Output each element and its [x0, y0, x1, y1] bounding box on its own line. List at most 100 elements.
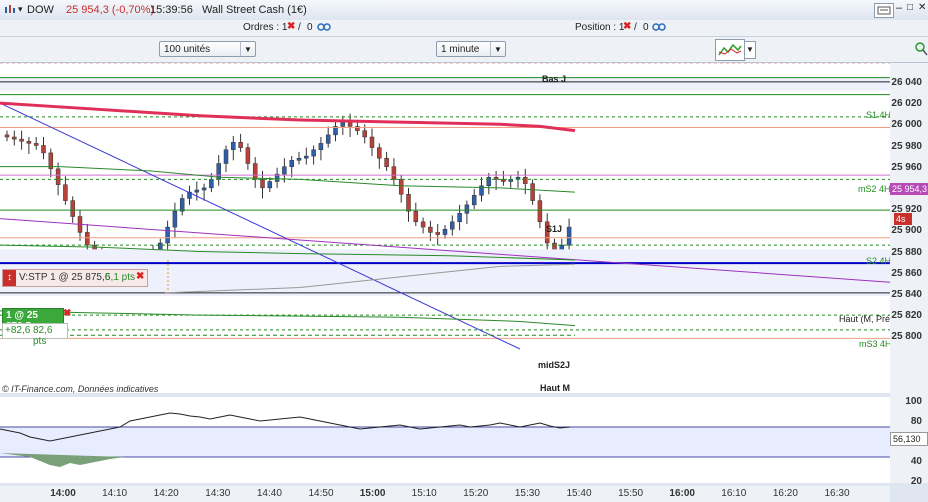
units-select[interactable]: 100 unités ▼	[159, 41, 256, 57]
price-axis[interactable]: 26 04026 02026 00025 98025 96025 94025 9…	[890, 63, 928, 487]
candle-body	[311, 149, 316, 157]
close-position-tag-icon[interactable]: ✖	[63, 308, 71, 319]
cancel-orders-icon[interactable]: ✖	[287, 21, 295, 32]
orders-count: 0	[307, 22, 313, 33]
position-label: Position : 1	[575, 22, 625, 33]
price-tick-label: 26 000	[891, 119, 922, 131]
order-text: V:STP 1 @ 25 875,6	[19, 272, 111, 283]
oscillator-tick-label: 40	[910, 456, 922, 467]
instrument-fullname: Wall Street Cash (1€)	[202, 4, 307, 16]
units-select-value: 100 unités	[164, 44, 211, 55]
chart-toolbar: 100 unités ▼ 1 minute ▼ ▼	[0, 37, 928, 63]
order-distance: 5,1 pts	[105, 272, 136, 283]
candle-body	[55, 168, 61, 185]
period-select-value: 1 minute	[441, 44, 480, 55]
indicators-button[interactable]	[715, 39, 745, 61]
candle-body	[201, 187, 207, 191]
instrument-name[interactable]: DOW	[27, 4, 54, 16]
candle-body	[325, 134, 331, 144]
keyboard-icon[interactable]	[874, 3, 894, 18]
candle-body	[530, 183, 535, 201]
time-tick-label: 15:00	[359, 488, 386, 499]
candle-body	[179, 198, 185, 212]
chevron-down-icon: ▼	[490, 42, 505, 56]
candle-body	[347, 121, 353, 127]
orders-slash: /	[298, 22, 301, 33]
current-price-badge: 25 954,3	[890, 183, 928, 195]
candle-body	[340, 121, 346, 127]
position-tag[interactable]: 1 @ 25 870,5 ✖ +82,6 82,6 pts	[2, 308, 71, 347]
candle-body	[304, 155, 309, 159]
orders-position-bar: Ordres : 1 ✖ / 0 Position : 1 ✖ / 0	[0, 20, 928, 37]
indicators-icon	[718, 43, 742, 56]
oscillator-tick-label: 80	[910, 416, 922, 427]
close-icon[interactable]: ✕	[918, 2, 926, 13]
candle-body	[289, 160, 294, 167]
price-tick-label: 25 800	[891, 331, 922, 343]
chart-type-icon[interactable]	[4, 3, 16, 18]
position-count: 0	[643, 22, 649, 33]
cancel-order-icon[interactable]: ✖	[136, 271, 144, 282]
candle-body	[435, 232, 440, 235]
candle-body	[369, 136, 375, 148]
candle-body	[442, 228, 448, 235]
candle-body	[391, 166, 397, 180]
price-tick-label: 25 860	[891, 267, 922, 279]
candle-body	[362, 130, 367, 138]
drag-order-icon[interactable]: ↕	[3, 270, 16, 286]
candle-body	[457, 213, 462, 223]
price-tick-label: 25 960	[891, 161, 922, 173]
candle-body	[420, 221, 426, 228]
instrument-dropdown-arrow[interactable]: ▾	[18, 4, 23, 15]
zoom-fit-icon[interactable]	[914, 41, 928, 60]
quote-value: 25 954,3 (-0,70%)	[66, 4, 155, 16]
title-bar: ▾ DOW 25 954,3 (-0,70%) 15:39:56 Wall St…	[0, 0, 928, 21]
price-tick-label: 25 900	[891, 225, 922, 237]
candle-body	[70, 200, 75, 217]
price-tick-label: 26 020	[891, 98, 922, 110]
pnl-box: +82,6 82,6 pts	[2, 323, 68, 347]
time-tick-label: 16:30	[824, 488, 850, 499]
quote-time: 15:39:56	[150, 4, 193, 16]
price-tick-label: 26 040	[891, 77, 922, 88]
candle-body	[398, 179, 404, 195]
orders-link-icon[interactable]	[317, 22, 331, 35]
time-axis[interactable]: 14:00 14:10 14:20 14:30 14:40 14:50 15:00 15:10…	[0, 486, 890, 502]
candle-body	[63, 184, 68, 201]
price-chart[interactable]	[0, 63, 890, 393]
chevron-down-icon: ▼	[240, 42, 255, 56]
stop-order-tag[interactable]: ↕ V:STP 1 @ 25 875,6 5,1 pts ✖	[2, 269, 148, 287]
price-tick-label: 25 820	[891, 310, 922, 322]
time-tick-label: 16:10	[721, 488, 747, 499]
position-line-tag[interactable]: 1 @ 25 870,5	[2, 308, 64, 332]
candle-body	[267, 181, 273, 189]
time-tick-label: 16:20	[772, 488, 798, 499]
oscillator-tick-label: 100	[905, 396, 922, 407]
candle-body	[566, 226, 572, 246]
candle-body	[252, 163, 258, 180]
price-tick-label: 25 880	[891, 246, 922, 258]
oscillator-band	[0, 427, 890, 457]
candle-body	[296, 157, 302, 161]
close-position-icon[interactable]: ✖	[623, 21, 631, 32]
candle-body	[486, 177, 492, 187]
candle-body	[406, 193, 411, 212]
period-select[interactable]: 1 minute ▼	[436, 41, 506, 57]
indicators-dropdown-icon[interactable]: ▼	[744, 41, 756, 59]
candle-body	[172, 210, 178, 228]
candle-body	[194, 189, 200, 193]
candle-body	[282, 166, 287, 175]
candle-body	[231, 142, 236, 150]
minimize-icon[interactable]: –	[896, 2, 902, 14]
oscillator-value-badge: 56,130	[890, 432, 928, 446]
maximize-icon[interactable]: □	[907, 2, 913, 13]
timer-badge: 4s	[894, 213, 912, 225]
candle-body	[41, 145, 46, 154]
candle-body	[471, 195, 477, 206]
time-tick-label: 15:20	[463, 488, 489, 499]
candle-body	[450, 221, 455, 230]
candle-body	[19, 138, 24, 142]
oscillator-panel[interactable]	[0, 397, 890, 483]
candle-body	[4, 134, 10, 138]
position-link-icon[interactable]	[652, 22, 666, 35]
